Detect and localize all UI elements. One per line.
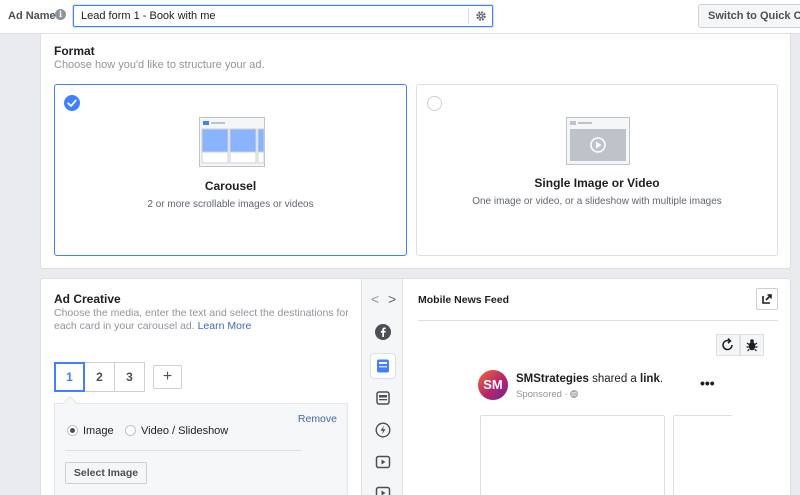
card-editor: Remove Image Video / Slideshow Select Im…: [54, 395, 348, 495]
page-avatar: SM: [478, 370, 508, 400]
card-tab-1[interactable]: 1: [54, 362, 85, 392]
creative-editor-column: Ad Creative Choose the media, enter the …: [41, 279, 361, 495]
news-feed-icon[interactable]: [370, 353, 396, 379]
marketplace-icon[interactable]: [370, 385, 396, 411]
ad-name-label: Ad Name: [8, 10, 56, 22]
card-editor-pointer: [62, 395, 78, 411]
gear-icon[interactable]: [474, 9, 488, 23]
preview-carousel-card-1[interactable]: [480, 415, 665, 495]
video-slideshow-media-option[interactable]: Video / Slideshow: [125, 425, 228, 437]
card-tab-3[interactable]: 3: [114, 362, 145, 392]
carousel-title: Carousel: [204, 179, 257, 193]
learn-more-link[interactable]: Learn More: [198, 320, 252, 332]
image-option-label: Image: [83, 425, 114, 437]
input-divider: [468, 8, 469, 24]
select-image-button[interactable]: Select Image: [65, 462, 147, 484]
add-card-button[interactable]: +: [153, 365, 182, 389]
video-feed-icon[interactable]: [370, 449, 396, 475]
format-subtitle: Choose how you'd like to structure your …: [54, 59, 265, 71]
refresh-icon: [722, 337, 733, 351]
shared-text: shared a: [592, 373, 637, 385]
preview-placement-title: Mobile News Feed: [418, 294, 510, 306]
video-slideshow-radio[interactable]: [125, 425, 136, 436]
image-radio[interactable]: [67, 425, 78, 436]
format-title: Format: [54, 44, 95, 58]
facebook-icon[interactable]: [370, 319, 396, 345]
video-slideshow-option-label: Video / Slideshow: [141, 425, 229, 437]
page-name[interactable]: SMStrategies: [516, 373, 589, 385]
ad-creative-section: Ad Creative Choose the media, enter the …: [40, 278, 791, 495]
single-image-description: One image or video, or a slideshow with …: [472, 196, 722, 207]
globe-icon: [570, 390, 579, 398]
single-video-illustration-icon: [566, 117, 630, 165]
placement-rail: < >: [361, 279, 403, 495]
editor-divider: [65, 450, 301, 451]
card-tab-2[interactable]: 2: [84, 362, 115, 392]
sponsored-label: Sponsored: [516, 389, 562, 400]
instant-articles-icon[interactable]: [370, 417, 396, 443]
carousel-description: 2 or more scrollable images or videos: [147, 199, 314, 210]
format-radio[interactable]: [427, 96, 442, 111]
refresh-button[interactable]: [716, 334, 740, 356]
bug-icon: [746, 339, 758, 352]
info-icon[interactable]: i: [55, 9, 66, 20]
checkmark-icon: [64, 95, 80, 111]
more-options-icon[interactable]: •••: [700, 375, 715, 391]
top-bar: Ad Name i Lead form 1 - Book with me Swi…: [0, 0, 800, 34]
ad-name-value[interactable]: Lead form 1 - Book with me: [81, 10, 216, 22]
switch-to-quick-creation-button[interactable]: Switch to Quick Cre: [698, 4, 800, 28]
chevron-left-icon[interactable]: <: [371, 291, 379, 307]
format-section: Format Choose how you'd like to structur…: [40, 34, 791, 269]
ad-creative-title: Ad Creative: [54, 292, 121, 306]
stories-icon[interactable]: [370, 480, 396, 495]
image-media-option[interactable]: Image: [67, 425, 114, 437]
external-link-icon: [762, 294, 772, 304]
open-external-button[interactable]: [756, 288, 778, 310]
single-image-format-option[interactable]: Single Image or Video One image or video…: [416, 84, 778, 256]
chevron-right-icon[interactable]: >: [388, 291, 396, 307]
carousel-illustration-icon: [199, 117, 265, 167]
post-header: SMStrategies shared a link.: [516, 373, 663, 385]
ad-name-input[interactable]: Lead form 1 - Book with me: [73, 5, 493, 27]
carousel-format-option[interactable]: Carousel 2 or more scrollable images or …: [54, 84, 407, 256]
remove-card-link[interactable]: Remove: [298, 413, 337, 425]
ad-creative-description: Choose the media, enter the text and sel…: [54, 307, 354, 333]
preview-carousel-card-2[interactable]: [673, 415, 733, 495]
shared-link-text[interactable]: link: [640, 373, 660, 385]
single-image-title: Single Image or Video: [534, 176, 660, 190]
report-bug-button[interactable]: [740, 334, 764, 356]
preview-divider: [418, 320, 778, 321]
post-header-period: .: [659, 373, 664, 385]
post-subline: Sponsored ·: [516, 389, 579, 400]
ad-preview: Mobile News Feed SM SMStrategies shared …: [403, 279, 792, 495]
